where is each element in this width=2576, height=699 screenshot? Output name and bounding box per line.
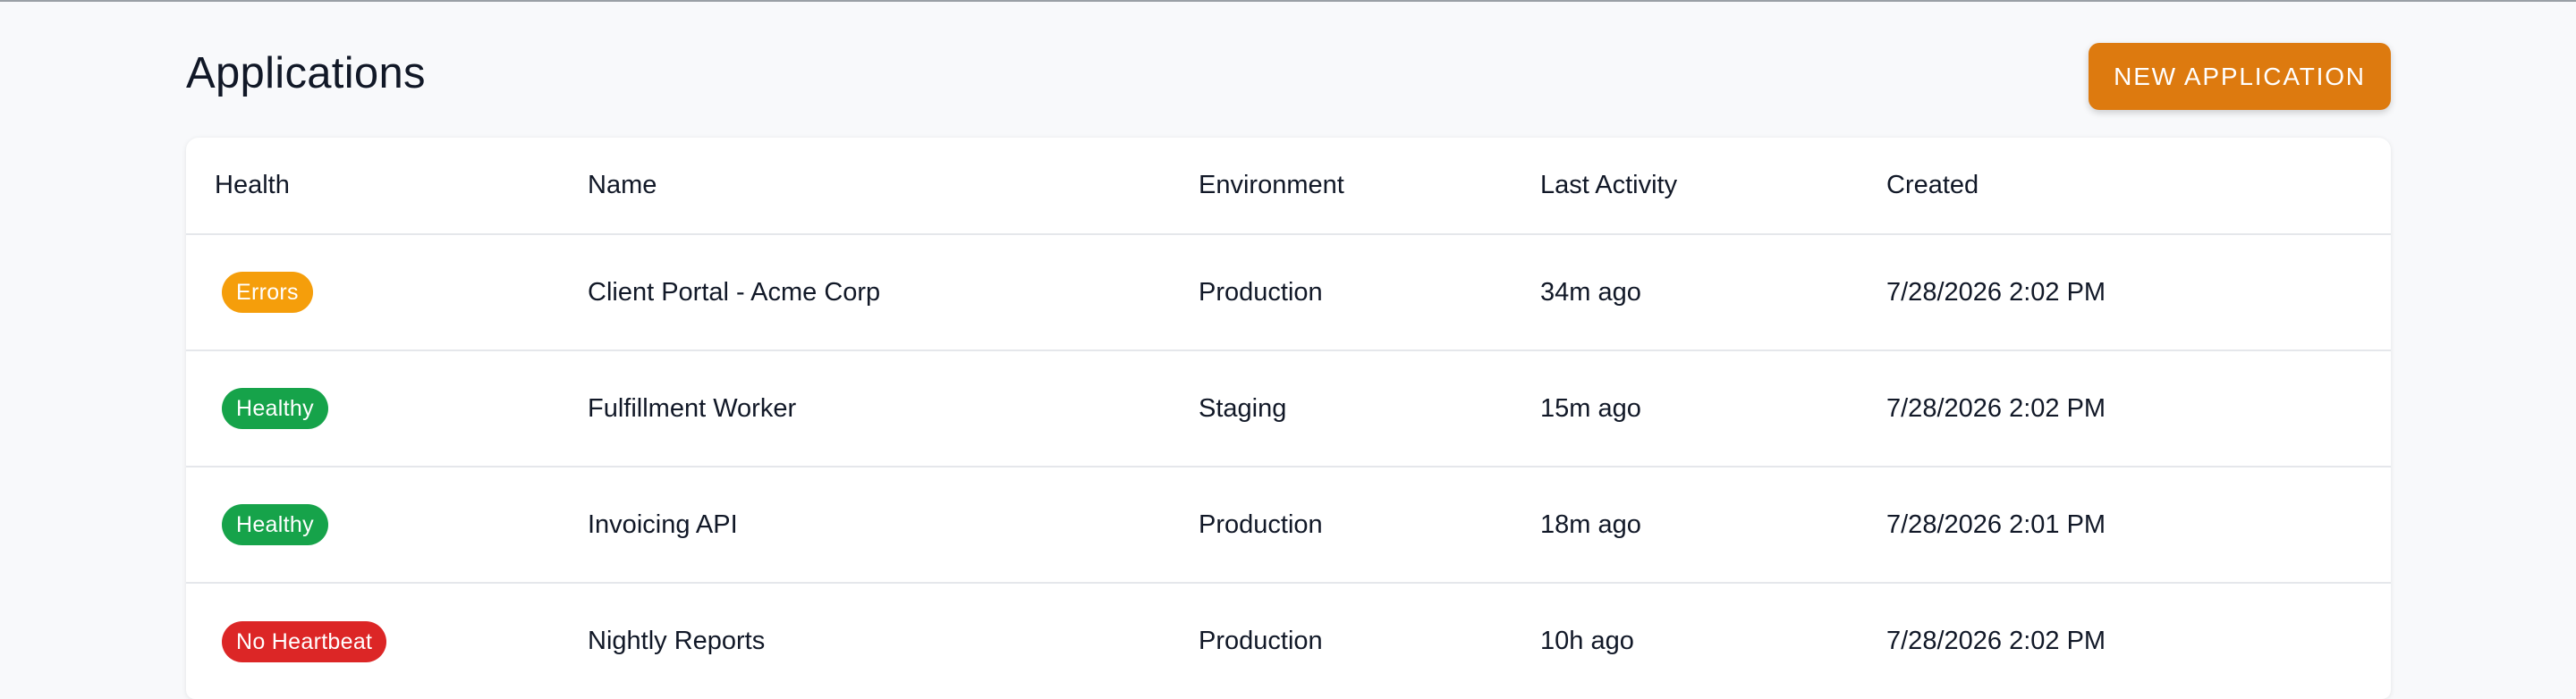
- column-header-environment[interactable]: Environment: [1199, 138, 1540, 234]
- health-cell: Healthy: [186, 350, 588, 467]
- app-name-cell[interactable]: Invoicing API: [588, 467, 1199, 583]
- health-badge: Healthy: [222, 504, 328, 545]
- last-activity-cell: 15m ago: [1540, 393, 1641, 423]
- table-row[interactable]: Healthy Fulfillment Worker Staging 15m a…: [186, 350, 2391, 467]
- last-activity-cell: 10h ago: [1540, 627, 1634, 655]
- applications-table-card: Health Name Environment Last Activity Cr…: [186, 138, 2391, 699]
- health-badge: Errors: [222, 272, 313, 313]
- health-badge: Healthy: [222, 388, 328, 429]
- column-header-last-activity[interactable]: Last Activity: [1540, 138, 1886, 234]
- page-header: Applications NEW APPLICATION: [186, 43, 2391, 111]
- table-row[interactable]: No Heartbeat Nightly Reports Production …: [186, 583, 2391, 699]
- column-header-health[interactable]: Health: [186, 138, 588, 234]
- applications-table: Health Name Environment Last Activity Cr…: [186, 138, 2391, 699]
- applications-page: Applications NEW APPLICATION Health Name…: [186, 0, 2391, 699]
- page-title: Applications: [186, 49, 426, 97]
- created-cell: 7/28/2026 2:02 PM: [1886, 393, 2106, 423]
- health-cell: Errors: [186, 234, 588, 350]
- app-name-cell[interactable]: Client Portal - Acme Corp: [588, 234, 1199, 350]
- created-cell: 7/28/2026 2:01 PM: [1886, 510, 2106, 539]
- column-header-created[interactable]: Created: [1886, 138, 2391, 234]
- environment-cell: Staging: [1199, 393, 1287, 423]
- last-activity-cell: 34m ago: [1540, 277, 1641, 307]
- table-header-row: Health Name Environment Last Activity Cr…: [186, 138, 2391, 234]
- column-header-name[interactable]: Name: [588, 138, 1199, 234]
- last-activity-cell: 18m ago: [1540, 510, 1641, 539]
- environment-cell: Production: [1199, 510, 1323, 539]
- environment-cell: Production: [1199, 627, 1323, 655]
- environment-cell: Production: [1199, 277, 1323, 307]
- app-name-cell[interactable]: Nightly Reports: [588, 583, 1199, 699]
- table-row[interactable]: Healthy Invoicing API Production 18m ago…: [186, 467, 2391, 583]
- table-row[interactable]: Errors Client Portal - Acme Corp Product…: [186, 234, 2391, 350]
- created-cell: 7/28/2026 2:02 PM: [1886, 277, 2106, 307]
- created-cell: 7/28/2026 2:02 PM: [1886, 627, 2106, 655]
- health-cell: Healthy: [186, 467, 588, 583]
- app-name-cell[interactable]: Fulfillment Worker: [588, 350, 1199, 467]
- health-cell: No Heartbeat: [186, 583, 588, 699]
- health-badge: No Heartbeat: [222, 620, 387, 662]
- new-application-button[interactable]: NEW APPLICATION: [2089, 43, 2391, 110]
